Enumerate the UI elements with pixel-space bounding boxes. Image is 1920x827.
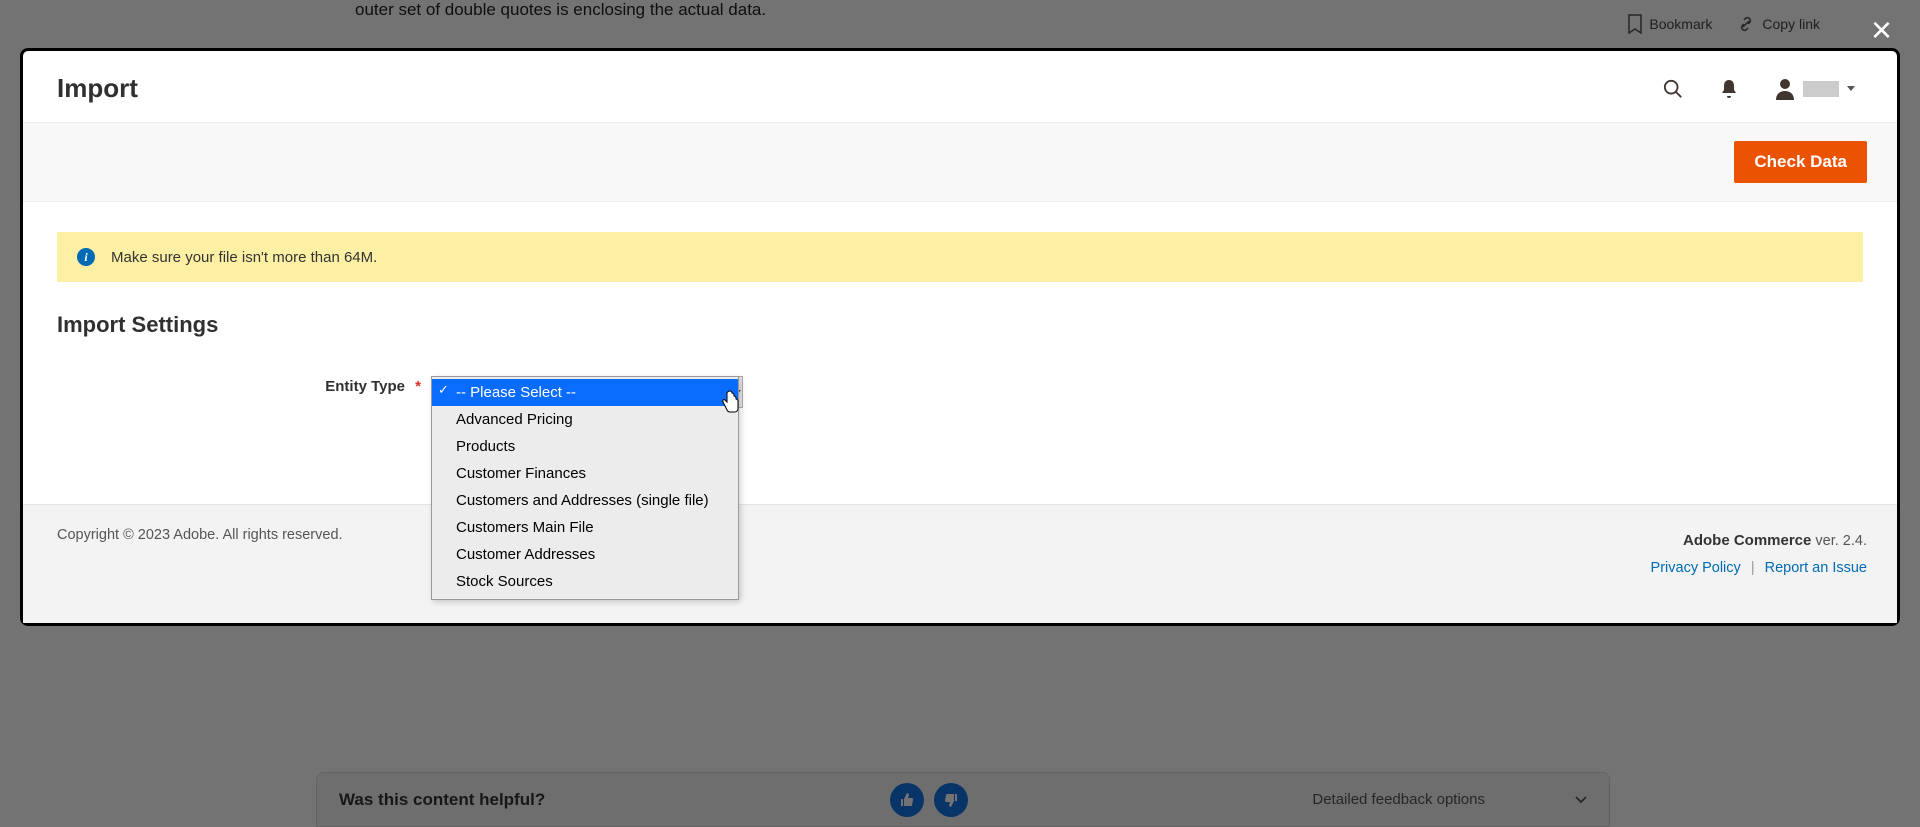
copy-link-action[interactable]: Copy link	[1736, 14, 1820, 34]
bookmark-label: Bookmark	[1649, 16, 1712, 32]
account-menu[interactable]	[1775, 78, 1855, 100]
check-data-button[interactable]: Check Data	[1734, 141, 1867, 183]
modal-header: Import	[57, 65, 1863, 122]
entity-type-row: Entity Type * -- Please Select --Advance…	[57, 376, 1863, 408]
product-name: Adobe Commerce	[1683, 532, 1811, 549]
info-banner: i Make sure your file isn't more than 64…	[57, 232, 1863, 282]
feedback-prompt: Was this content helpful?	[339, 790, 545, 810]
dropdown-option[interactable]: Customers and Addresses (single file)	[432, 487, 738, 514]
dropdown-option[interactable]: -- Please Select --	[432, 379, 738, 406]
footer-separator: |	[1751, 560, 1755, 576]
dropdown-option[interactable]: Customers Main File	[432, 514, 738, 541]
account-name-placeholder	[1803, 81, 1839, 97]
thumbs-down-button[interactable]	[934, 783, 968, 817]
copyright-text: Copyright © 2023 Adobe. All rights reser…	[57, 527, 343, 543]
info-icon: i	[77, 248, 95, 266]
search-button[interactable]	[1663, 79, 1683, 99]
bookmark-action[interactable]: Bookmark	[1627, 14, 1712, 34]
feedback-bar: Was this content helpful? Detailed feedb…	[316, 772, 1610, 827]
background-paragraph: outer set of double quotes is enclosing …	[355, 0, 1195, 20]
dropdown-option[interactable]: Stock Sources	[432, 568, 738, 595]
dropdown-option[interactable]: Advanced Pricing	[432, 406, 738, 433]
user-icon	[1775, 78, 1795, 100]
import-modal: Import Check Data i Make sure your file …	[20, 48, 1900, 626]
thumbs-up-button[interactable]	[890, 783, 924, 817]
bookmark-icon	[1627, 14, 1643, 34]
copy-link-label: Copy link	[1762, 16, 1820, 32]
product-version: ver. 2.4.	[1815, 533, 1867, 549]
notifications-button[interactable]	[1719, 79, 1739, 99]
entity-type-dropdown: -- Please Select --Advanced PricingProdu…	[431, 376, 739, 600]
import-settings-heading: Import Settings	[57, 312, 1863, 338]
chevron-down-icon	[1575, 796, 1587, 804]
thumbs-down-icon	[943, 792, 959, 808]
link-icon	[1736, 14, 1756, 34]
dropdown-option[interactable]: Customer Finances	[432, 460, 738, 487]
dropdown-option[interactable]: Customer Addresses	[432, 541, 738, 568]
caret-down-icon	[1847, 86, 1855, 91]
search-icon	[1663, 78, 1683, 100]
modal-footer: Copyright © 2023 Adobe. All rights reser…	[23, 504, 1897, 623]
required-asterisk: *	[415, 378, 421, 395]
report-issue-link[interactable]: Report an Issue	[1765, 560, 1867, 576]
detailed-feedback-select[interactable]: Detailed feedback options	[1312, 791, 1587, 808]
thumbs-up-icon	[899, 792, 915, 808]
dropdown-option[interactable]: Products	[432, 433, 738, 460]
modal-title: Import	[57, 73, 138, 104]
privacy-policy-link[interactable]: Privacy Policy	[1651, 560, 1741, 576]
action-bar: Check Data	[23, 122, 1897, 202]
info-banner-text: Make sure your file isn't more than 64M.	[111, 249, 377, 266]
bell-icon	[1719, 78, 1739, 100]
entity-type-label: Entity Type	[325, 378, 405, 395]
close-modal-button[interactable]: ×	[1871, 12, 1892, 48]
detailed-feedback-label: Detailed feedback options	[1312, 791, 1485, 808]
